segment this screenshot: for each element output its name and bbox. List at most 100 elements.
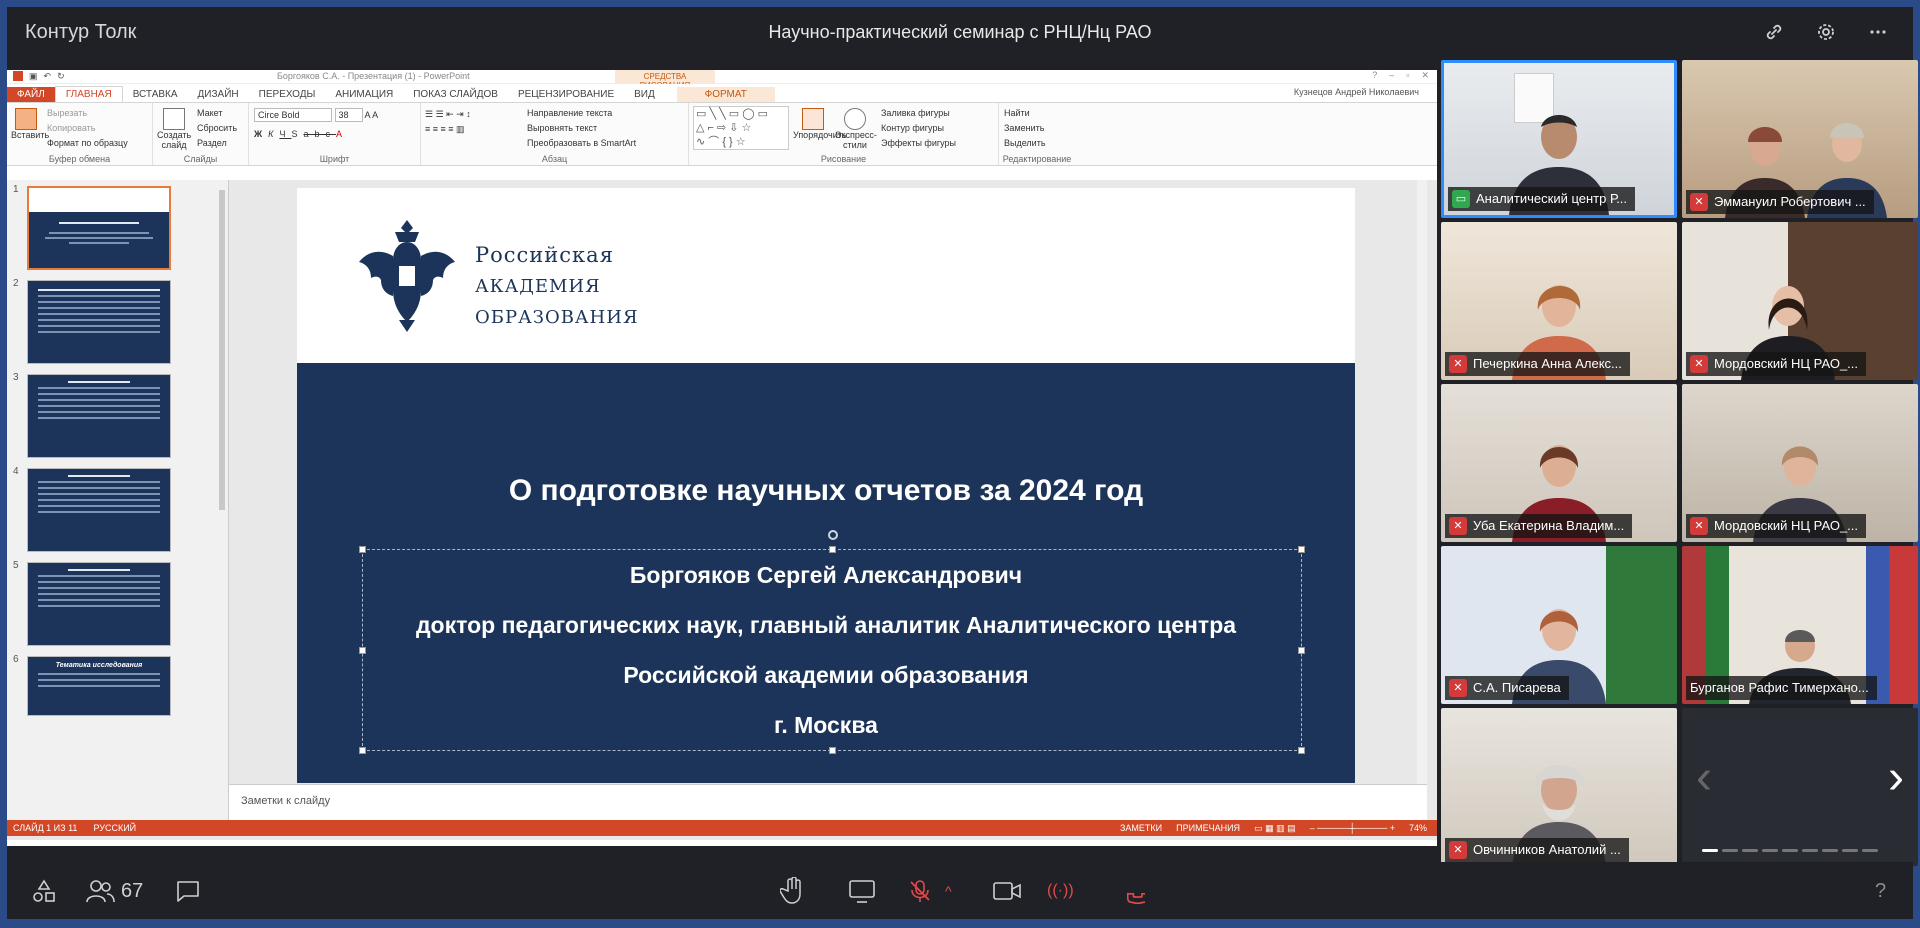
find-button[interactable]: Найти (1004, 106, 1070, 121)
bold-icon[interactable]: Ж (254, 129, 268, 139)
comments-toggle[interactable]: ПРИМЕЧАНИЯ (1176, 823, 1240, 834)
participant-tile[interactable]: ✕ Печеркина Анна Алекс... (1441, 222, 1677, 380)
cut-button[interactable]: Вырезать (47, 106, 128, 121)
raise-hand-icon[interactable] (780, 876, 806, 906)
bullets-icon[interactable]: ☰ ☰ ⇤ ⇥ ↕ (425, 107, 525, 122)
font-name-select[interactable]: Circe Bold (254, 108, 332, 122)
font-color-icon[interactable]: A (336, 129, 348, 139)
strike-icon[interactable]: abc (303, 129, 336, 139)
slide-thumbnail[interactable] (27, 562, 171, 646)
language-indicator[interactable]: РУССКИЙ (93, 823, 136, 833)
help-icon[interactable]: ? (1372, 70, 1377, 81)
tab-design[interactable]: ДИЗАЙН (188, 87, 249, 102)
participant-tile[interactable]: ▭ Аналитический центр Р... (1441, 60, 1677, 218)
link-icon[interactable] (1761, 19, 1787, 45)
layout-button[interactable]: Макет (197, 106, 237, 121)
tab-file[interactable]: ФАЙЛ (7, 87, 55, 102)
broadcast-icon[interactable]: ((·)) (1047, 876, 1074, 906)
tab-insert[interactable]: ВСТАВКА (123, 87, 188, 102)
tab-transitions[interactable]: ПЕРЕХОДЫ (249, 87, 326, 102)
participants-button[interactable]: 67 (85, 876, 143, 906)
arrange-button[interactable]: Упорядочить (793, 130, 847, 140)
format-painter-button[interactable]: Формат по образцу (47, 136, 128, 151)
minimize-icon[interactable]: – (1389, 70, 1394, 81)
chat-icon[interactable] (175, 876, 201, 906)
maximize-icon[interactable]: ▫ (1406, 70, 1409, 81)
select-button[interactable]: Выделить (1004, 136, 1070, 151)
notes-toggle[interactable]: ЗАМЕТКИ (1120, 823, 1162, 834)
participant-tile[interactable]: ✕ Овчинников Анатолий ... (1441, 708, 1677, 866)
shape-outline-button[interactable]: Контур фигуры (881, 121, 956, 136)
quick-styles-button[interactable]: Экспресс-стили (835, 130, 877, 150)
new-slide-button[interactable]: Создать слайд (157, 130, 191, 150)
slide-thumbnail[interactable] (27, 374, 171, 458)
tab-view[interactable]: ВИД (624, 87, 665, 102)
gear-icon[interactable] (1813, 19, 1839, 45)
participant-tile[interactable]: ✕ Уба Екатерина Владим... (1441, 384, 1677, 542)
redo-icon[interactable]: ↻ (57, 71, 65, 82)
reset-button[interactable]: Сбросить (197, 121, 237, 136)
author-organization: Российской академии образования (623, 662, 1029, 688)
arrange-icon[interactable] (802, 108, 824, 130)
participant-tile[interactable]: ✕ Мордовский НЦ РАО_... (1682, 222, 1918, 380)
tab-review[interactable]: РЕЦЕНЗИРОВАНИЕ (508, 87, 624, 102)
slide-thumbnail[interactable]: Тематика исследования (27, 656, 171, 716)
slide-thumbnail[interactable] (27, 468, 171, 552)
next-page-icon[interactable]: › (1888, 750, 1904, 805)
zoom-slider[interactable]: – ─────┼───── + (1310, 823, 1395, 834)
current-slide[interactable]: Российская академия образования О подгот… (297, 188, 1355, 783)
slide-notes[interactable]: Заметки к слайду (229, 784, 1427, 820)
font-size-select[interactable]: 38 (334, 108, 363, 122)
smartart-button[interactable]: Преобразовать в SmartArt (527, 136, 636, 151)
help-button[interactable]: ? (1875, 876, 1886, 906)
slide-thumbnail[interactable] (27, 186, 171, 270)
apps-icon[interactable] (31, 876, 57, 906)
prev-page-icon[interactable]: ‹ (1696, 750, 1712, 805)
new-slide-icon[interactable] (163, 108, 185, 130)
shape-effects-button[interactable]: Эффекты фигуры (881, 136, 956, 151)
slide-title[interactable]: О подготовке научных отчетов за 2024 год (297, 474, 1355, 508)
tab-format[interactable]: ФОРМАТ (676, 87, 775, 102)
hangup-icon[interactable] (1119, 876, 1145, 906)
participant-tile[interactable]: ✕ Эммануил Робертович ... (1682, 60, 1918, 218)
italic-icon[interactable]: К (268, 129, 279, 139)
camera-icon[interactable] (991, 876, 1023, 906)
copy-button[interactable]: Копировать (47, 121, 128, 136)
quick-styles-icon[interactable] (844, 108, 866, 130)
align-text-button[interactable]: Выровнять текст (527, 121, 636, 136)
save-icon[interactable]: ▣ (29, 71, 38, 82)
more-participants-tile[interactable]: ‹ › (1682, 708, 1918, 866)
tab-animation[interactable]: АНИМАЦИЯ (325, 87, 403, 102)
replace-button[interactable]: Заменить (1004, 121, 1070, 136)
text-direction-button[interactable]: Направление текста (527, 106, 636, 121)
view-icons[interactable]: ▭ ▦ ▥ ▤ (1254, 823, 1296, 834)
paste-icon[interactable] (15, 108, 37, 130)
section-button[interactable]: Раздел (197, 136, 237, 151)
grow-font-icon[interactable]: A (365, 110, 371, 120)
shape-fill-button[interactable]: Заливка фигуры (881, 106, 956, 121)
align-icons[interactable]: ≡ ≡ ≡ ≡ ▥ (425, 122, 525, 137)
undo-icon[interactable]: ↶ (44, 71, 52, 82)
tab-slideshow[interactable]: ПОКАЗ СЛАЙДОВ (403, 87, 508, 102)
participant-tile[interactable]: ✕ С.А. Писарева (1441, 546, 1677, 704)
close-icon[interactable]: ✕ (1421, 70, 1429, 81)
slide-thumbnail[interactable] (27, 280, 171, 364)
screen-share-button-icon[interactable] (847, 876, 877, 906)
shrink-font-icon[interactable]: A (372, 110, 378, 120)
tab-home[interactable]: ГЛАВНАЯ (54, 86, 123, 102)
paste-button[interactable]: Вставить (11, 130, 49, 140)
more-icon[interactable] (1865, 19, 1891, 45)
editor-scrollbar[interactable] (1417, 180, 1427, 784)
thumb-scrollbar[interactable] (217, 180, 227, 820)
chevron-up-icon[interactable]: ^ (945, 876, 952, 906)
participant-name-tag: ✕ Уба Екатерина Владим... (1445, 514, 1633, 538)
participant-name: Эммануил Робертович ... (1714, 194, 1866, 209)
shadow-icon[interactable]: S (291, 129, 303, 139)
mic-muted-button-icon[interactable] (907, 876, 933, 906)
underline-icon[interactable]: Ч (279, 129, 291, 139)
rotate-handle[interactable] (828, 530, 838, 540)
zoom-level[interactable]: 74% (1409, 823, 1427, 834)
participant-tile[interactable]: Бурганов Рафис Тимерхано... (1682, 546, 1918, 704)
shapes-gallery[interactable]: ▭ ╲ ╲ ▭ ◯ ▭ △ ⌐ ⇨ ⇩ ☆ ∿ ⌒ { } ☆ (693, 106, 789, 150)
participant-tile[interactable]: ✕ Мордовский НЦ РАО_... (1682, 384, 1918, 542)
